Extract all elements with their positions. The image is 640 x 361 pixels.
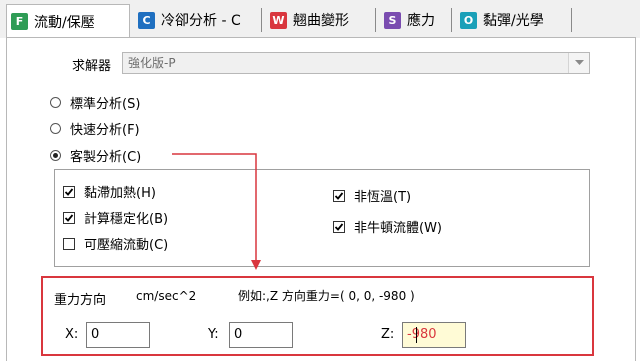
gravity-y-input[interactable]: 0 [229,322,293,348]
y-label: Y: [208,327,219,342]
gravity-y-value: 0 [234,327,243,342]
gravity-z-value: -980 [407,327,437,342]
gravity-unit: cm/sec^2 [136,289,197,303]
gravity-z-input[interactable]: -980 [402,322,466,348]
gravity-example: 例如:,Z 方向重力=( 0, 0, -980 ) [238,289,415,303]
gravity-label: 重力方向 [54,293,107,308]
z-label: Z: [381,327,395,342]
gravity-x-input[interactable]: 0 [86,322,150,348]
x-label: X: [65,327,79,342]
gravity-x-value: 0 [91,327,100,342]
text-caret [416,327,417,343]
